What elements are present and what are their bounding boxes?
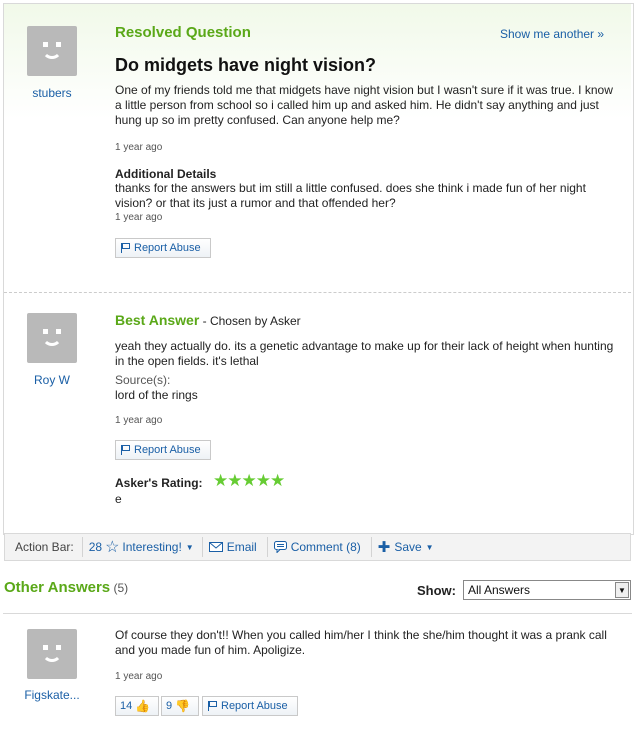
email-button[interactable]: Email (208, 540, 257, 554)
best-answer-author-link[interactable]: Roy W (17, 373, 87, 387)
section-divider (4, 292, 631, 293)
show-filter-label: Show: (417, 583, 456, 598)
sources-label: Source(s): (115, 373, 171, 387)
chevron-down-icon[interactable]: ▼ (615, 582, 629, 598)
askers-rating-label: Asker's Rating: (115, 476, 203, 490)
rating-comment: e (115, 492, 122, 506)
asker-avatar[interactable] (27, 26, 77, 76)
question-report-abuse-button[interactable]: Report Abuse (115, 238, 211, 258)
additional-details-timestamp: 1 year ago (115, 212, 163, 223)
thumbs-down-icon: 👎 (175, 699, 191, 713)
answer-timestamp: 1 year ago (115, 671, 163, 682)
other-answers-count: (5) (113, 581, 129, 595)
thumbs-up-button[interactable]: 14 👍 (115, 696, 159, 716)
best-answer-timestamp: 1 year ago (115, 415, 163, 426)
comment-icon (273, 541, 287, 553)
comment-button[interactable]: Comment (8) (273, 540, 361, 554)
interesting-button[interactable]: 28 ☆ Interesting! ▼ (89, 537, 194, 557)
interesting-count: 28 (88, 540, 103, 554)
question-title: Do midgets have night vision? (115, 55, 377, 75)
answers-filter-select[interactable]: All Answers ▼ (463, 580, 631, 600)
question-body: One of my friends told me that midgets h… (115, 83, 613, 127)
answer-report-abuse-button[interactable]: Report Abuse (202, 696, 298, 716)
email-icon (208, 542, 223, 552)
other-answers-heading: Other Answers (5) (4, 579, 128, 596)
additional-details-heading: Additional Details (115, 167, 217, 181)
chosen-by-label: - Chosen by Asker (199, 314, 301, 328)
other-answers-label: Other Answers (4, 579, 111, 596)
chevron-down-icon: ▼ (185, 542, 194, 552)
save-button[interactable]: ✚ Save ▼ (378, 538, 434, 556)
thumbs-down-button[interactable]: 9 👎 (161, 696, 199, 716)
answer-author-link[interactable]: Figskate... (17, 688, 87, 702)
question-timestamp: 1 year ago (115, 142, 163, 153)
action-bar: Action Bar: 28 ☆ Interesting! ▼ Email Co… (4, 533, 631, 561)
plus-icon: ✚ (377, 539, 391, 556)
action-bar-label: Action Bar: (15, 540, 74, 554)
flag-icon (121, 243, 130, 253)
star-icon: ☆ (105, 539, 120, 556)
thumbs-up-icon: 👍 (135, 699, 151, 713)
best-answer-avatar[interactable] (27, 313, 77, 363)
asker-name-link[interactable]: stubers (17, 86, 87, 100)
chevron-down-icon: ▼ (425, 542, 434, 552)
rating-stars: ★★★★★ (213, 471, 285, 490)
best-answer-body: yeah they actually do. its a genetic adv… (115, 339, 614, 368)
additional-details-text: thanks for the answers but im still a li… (115, 181, 586, 210)
flag-icon (208, 701, 217, 711)
answer-avatar[interactable] (27, 629, 77, 679)
answer-body: Of course they don't!! When you called h… (115, 628, 607, 657)
best-answer-heading: Best Answer - Chosen by Asker (115, 312, 301, 328)
best-answer-report-abuse-button[interactable]: Report Abuse (115, 440, 211, 460)
flag-icon (121, 445, 130, 455)
show-me-another-link[interactable]: Show me another » (500, 27, 604, 41)
best-answer-label: Best Answer (115, 312, 200, 328)
resolved-question-label: Resolved Question (115, 24, 251, 41)
sources-text: lord of the rings (115, 388, 198, 402)
